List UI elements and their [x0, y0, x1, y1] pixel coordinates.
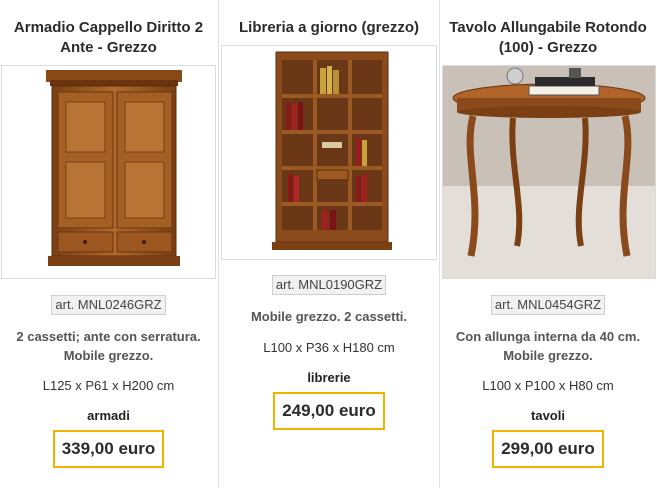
- product-image-wardrobe[interactable]: [1, 65, 216, 279]
- product-price[interactable]: 299,00 euro: [492, 430, 604, 468]
- price-box: 249,00 euro: [219, 392, 439, 430]
- product-card-libreria: Libreria a giorno (grezzo) art. MNL0190G…: [218, 0, 440, 488]
- product-dimensions: L100 x P36 x H180 cm: [263, 340, 395, 355]
- product-image-round-table[interactable]: [442, 65, 656, 279]
- article-code: art. MNL0246GRZ: [0, 295, 217, 315]
- price-box: 339,00 euro: [0, 430, 217, 468]
- article-code: art. MNL0190GRZ: [219, 275, 439, 295]
- wardrobe-illustration: [46, 70, 182, 266]
- round-table-illustration: [443, 66, 655, 278]
- product-title[interactable]: Armadio Cappello Diritto 2 Ante - Grezzo: [2, 18, 215, 58]
- product-dimensions: L125 x P61 x H200 cm: [42, 378, 175, 393]
- product-grid: Armadio Cappello Diritto 2 Ante - Grezzo: [0, 0, 657, 488]
- product-category[interactable]: tavoli: [439, 408, 657, 423]
- article-code: art. MNL0454GRZ: [439, 295, 657, 315]
- product-title[interactable]: Tavolo Allungabile Rotondo (100) - Grezz…: [441, 18, 655, 58]
- product-category[interactable]: armadi: [0, 408, 217, 423]
- product-category[interactable]: librerie: [219, 370, 439, 385]
- price-box: 299,00 euro: [439, 430, 657, 468]
- product-card-tavolo: Tavolo Allungabile Rotondo (100) - Grezz…: [439, 0, 657, 488]
- product-description: Mobile grezzo. 2 cassetti.: [250, 309, 408, 324]
- product-price[interactable]: 339,00 euro: [52, 430, 165, 468]
- product-dimensions: L100 x P100 x H80 cm: [482, 378, 614, 393]
- product-description: 2 cassetti; ante con serratura. Mobile g…: [16, 329, 201, 363]
- product-card-armadio: Armadio Cappello Diritto 2 Ante - Grezzo: [0, 0, 217, 488]
- product-image-bookcase[interactable]: [221, 45, 437, 260]
- bookcase-illustration: [272, 51, 392, 250]
- product-title[interactable]: Libreria a giorno (grezzo): [221, 18, 437, 38]
- product-description: Con allunga interna da 40 cm. Mobile gre…: [455, 329, 641, 363]
- product-price[interactable]: 249,00 euro: [273, 392, 385, 430]
